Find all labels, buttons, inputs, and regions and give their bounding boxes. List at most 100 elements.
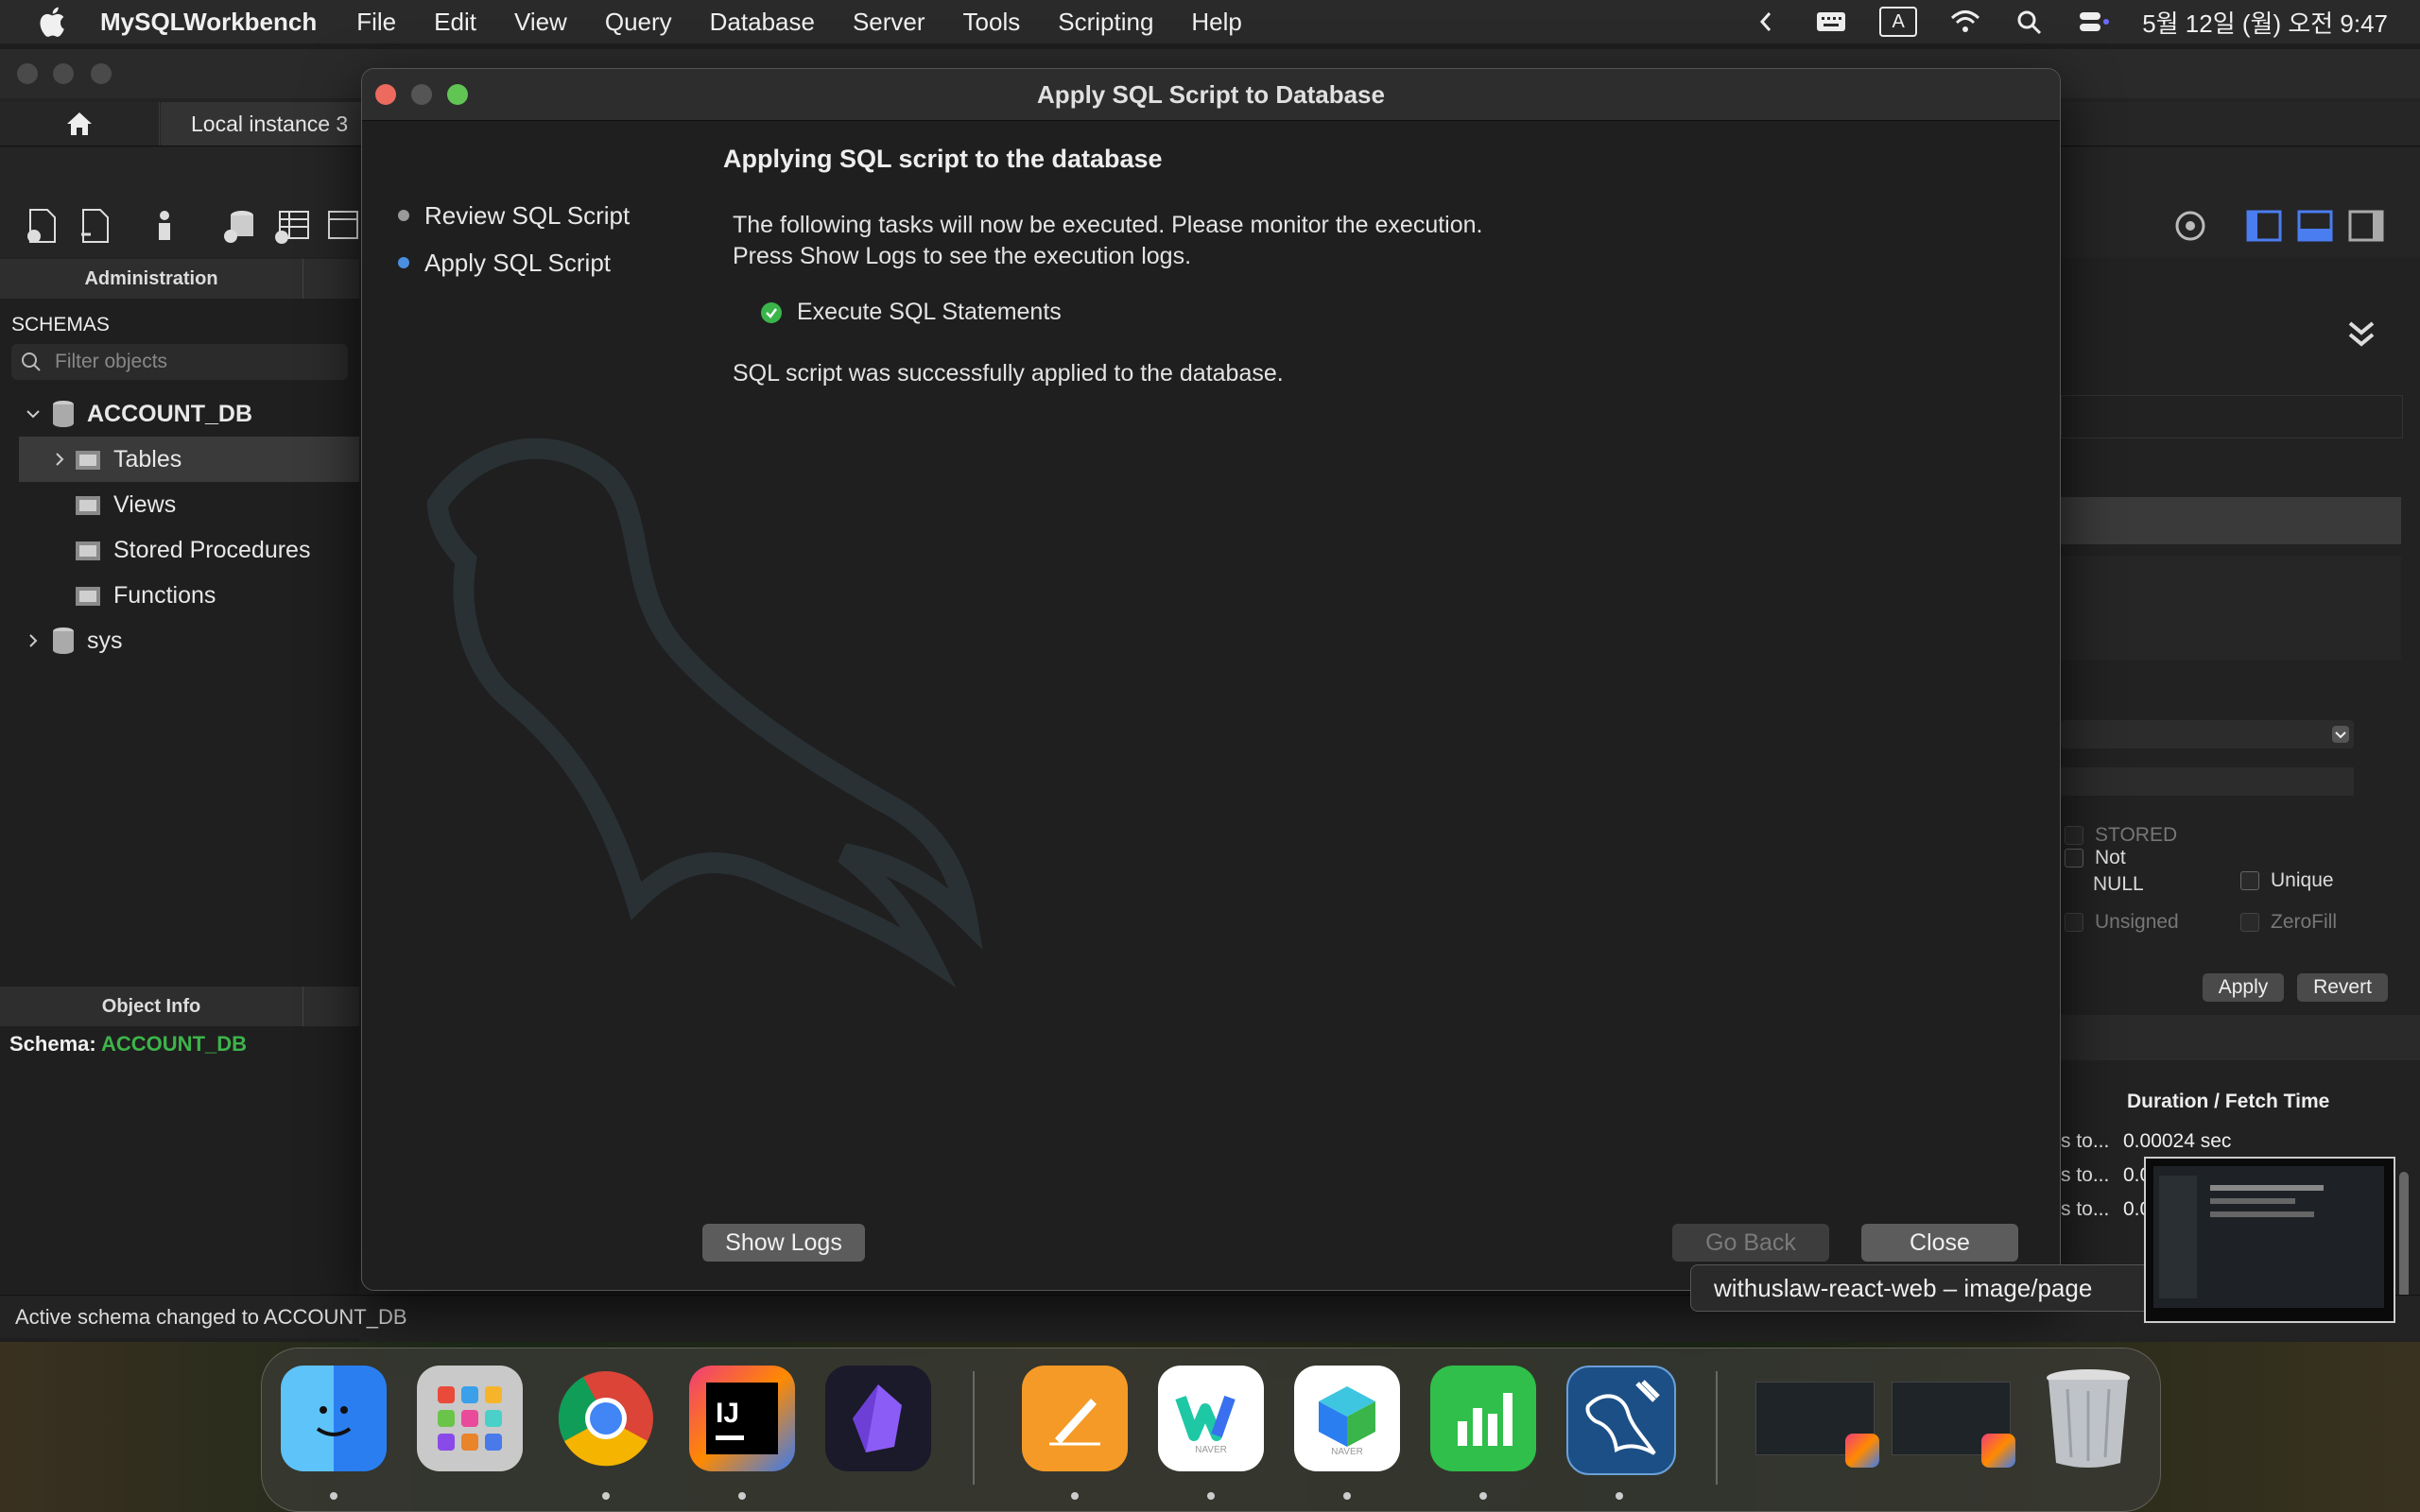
launchpad-icon[interactable] xyxy=(417,1366,523,1471)
new-sql-tab-icon[interactable] xyxy=(23,206,62,246)
window-zoom-button[interactable] xyxy=(91,63,112,84)
output-row-message: s to... xyxy=(2061,1130,2110,1152)
unique-option[interactable]: Unique xyxy=(2240,869,2334,892)
default-value-input[interactable] xyxy=(2061,767,2354,796)
output-scrollbar[interactable] xyxy=(2399,1172,2409,1314)
pages-icon[interactable] xyxy=(1022,1366,1128,1471)
dialog-close-button[interactable] xyxy=(375,84,396,105)
window-close-button[interactable] xyxy=(17,63,38,84)
create-table-icon[interactable] xyxy=(272,206,312,246)
chevron-right-icon[interactable] xyxy=(25,632,42,649)
chevron-right-icon[interactable] xyxy=(51,451,68,468)
settings-gear-icon[interactable] xyxy=(2170,206,2210,246)
schema-info: Schema: ACCOUNT_DB xyxy=(9,1032,247,1057)
chevron-down-icon[interactable] xyxy=(25,405,42,422)
naver-whale-icon[interactable]: NAVER xyxy=(1158,1366,1264,1471)
not-null-option[interactable]: Not NULL xyxy=(2065,847,2144,896)
keyboard-icon[interactable] xyxy=(1815,8,1847,36)
output-row[interactable]: s to... 0.00024 sec xyxy=(2061,1125,2382,1159)
menu-server[interactable]: Server xyxy=(853,8,925,37)
tree-item-views[interactable]: Views xyxy=(0,482,359,527)
column-grid-header xyxy=(2061,395,2403,438)
app-name-menu[interactable]: MySQLWorkbench xyxy=(100,8,317,37)
object-info-tabs: Object Info xyxy=(0,987,359,1026)
collapse-panel-icon[interactable] xyxy=(2344,318,2378,352)
datatype-select[interactable] xyxy=(2061,720,2354,748)
go-back-button[interactable]: Go Back xyxy=(1672,1224,1829,1262)
toggle-secondary-sidebar-icon[interactable] xyxy=(2346,206,2386,246)
tree-item-tables[interactable]: Tables xyxy=(19,437,359,482)
open-sql-script-icon[interactable] xyxy=(76,206,115,246)
tables-folder-icon xyxy=(76,451,100,470)
zerofill-checkbox[interactable] xyxy=(2240,913,2259,932)
output-row-duration: 0.00024 sec xyxy=(2123,1130,2232,1152)
create-view-icon[interactable] xyxy=(321,206,361,246)
tree-item-sys[interactable]: sys xyxy=(0,618,359,663)
menu-database[interactable]: Database xyxy=(710,8,815,37)
home-tab[interactable] xyxy=(0,102,160,146)
menu-view[interactable]: View xyxy=(514,8,567,37)
menu-tools[interactable]: Tools xyxy=(963,8,1021,37)
toggle-sidebar-icon[interactable] xyxy=(2244,206,2284,246)
window-preview-thumbnail[interactable] xyxy=(2144,1157,2395,1323)
menu-file[interactable]: File xyxy=(356,8,396,37)
tree-item-stored-procedures[interactable]: Stored Procedures xyxy=(0,527,359,573)
apple-menu-icon[interactable] xyxy=(36,4,72,40)
numbers-icon[interactable] xyxy=(1430,1366,1536,1471)
tree-item-account-db[interactable]: ACCOUNT_DB xyxy=(0,391,359,437)
naver-box-icon[interactable]: NAVER xyxy=(1294,1366,1400,1471)
unsigned-checkbox[interactable] xyxy=(2065,913,2083,932)
dialog-zoom-button[interactable] xyxy=(447,84,468,105)
menu-edit[interactable]: Edit xyxy=(434,8,476,37)
duration-column-header[interactable]: Duration / Fetch Time xyxy=(2127,1091,2329,1113)
dock-separator xyxy=(973,1371,975,1485)
tree-item-functions[interactable]: Functions xyxy=(0,573,359,618)
schema-info-label: Schema: xyxy=(9,1032,96,1056)
chrome-icon[interactable] xyxy=(553,1366,659,1471)
trash-icon[interactable] xyxy=(2035,1366,2141,1471)
tab-administration[interactable]: Administration xyxy=(0,259,303,299)
local-instance-tab[interactable]: Local instance 3 xyxy=(161,102,369,146)
finder-icon[interactable] xyxy=(281,1366,387,1471)
input-source-indicator[interactable]: A xyxy=(1879,7,1918,37)
create-schema-icon[interactable] xyxy=(219,206,259,246)
step-label: Review SQL Script xyxy=(424,200,631,230)
unique-checkbox[interactable] xyxy=(2240,871,2259,890)
stored-checkbox[interactable] xyxy=(2065,826,2083,845)
obsidian-icon[interactable] xyxy=(825,1366,931,1471)
inspector-icon[interactable] xyxy=(146,206,185,246)
menu-help[interactable]: Help xyxy=(1191,8,1241,37)
show-logs-button[interactable]: Show Logs xyxy=(702,1224,865,1262)
not-null-checkbox[interactable] xyxy=(2065,849,2083,868)
dialog-heading: Applying SQL script to the database xyxy=(723,145,1163,173)
dialog-minimize-button[interactable] xyxy=(411,84,432,105)
dock-separator xyxy=(1716,1371,1718,1485)
mysql-workbench-icon[interactable] xyxy=(1566,1366,1676,1475)
unsigned-option[interactable]: Unsigned xyxy=(2065,911,2179,934)
window-thumbnail-2[interactable] xyxy=(1890,1366,2015,1471)
close-button[interactable]: Close xyxy=(1861,1224,2018,1262)
window-thumbnail-1[interactable] xyxy=(1754,1366,1879,1471)
stored-option[interactable]: STORED xyxy=(2065,824,2177,847)
description-line-1: The following tasks will now be executed… xyxy=(733,212,1483,238)
selected-column-row[interactable] xyxy=(2061,497,2401,544)
filter-objects-input[interactable]: Filter objects xyxy=(11,344,348,380)
column-grid-body xyxy=(2061,556,2401,660)
chevron-left-icon[interactable] xyxy=(1751,8,1783,36)
menu-scripting[interactable]: Scripting xyxy=(1058,8,1153,37)
window-minimize-button[interactable] xyxy=(53,63,74,84)
wizard-steps: Review SQL Script Apply SQL Script xyxy=(398,192,630,286)
menu-query[interactable]: Query xyxy=(605,8,672,37)
wifi-icon[interactable] xyxy=(1949,8,1981,36)
apply-button[interactable]: Apply xyxy=(2203,973,2284,1002)
dock-running-dot xyxy=(1479,1492,1487,1500)
zerofill-option[interactable]: ZeroFill xyxy=(2240,911,2337,934)
home-icon xyxy=(67,112,92,135)
control-center-icon[interactable] xyxy=(2078,8,2110,36)
tab-object-info[interactable]: Object Info xyxy=(0,987,303,1026)
spotlight-search-icon[interactable] xyxy=(2014,8,2046,36)
toggle-output-icon[interactable] xyxy=(2295,206,2335,246)
revert-button[interactable]: Revert xyxy=(2297,973,2388,1002)
intellij-icon[interactable]: IJ xyxy=(689,1366,795,1471)
menubar-clock[interactable]: 5월 12일 (월) 오전 9:47 xyxy=(2142,5,2388,40)
